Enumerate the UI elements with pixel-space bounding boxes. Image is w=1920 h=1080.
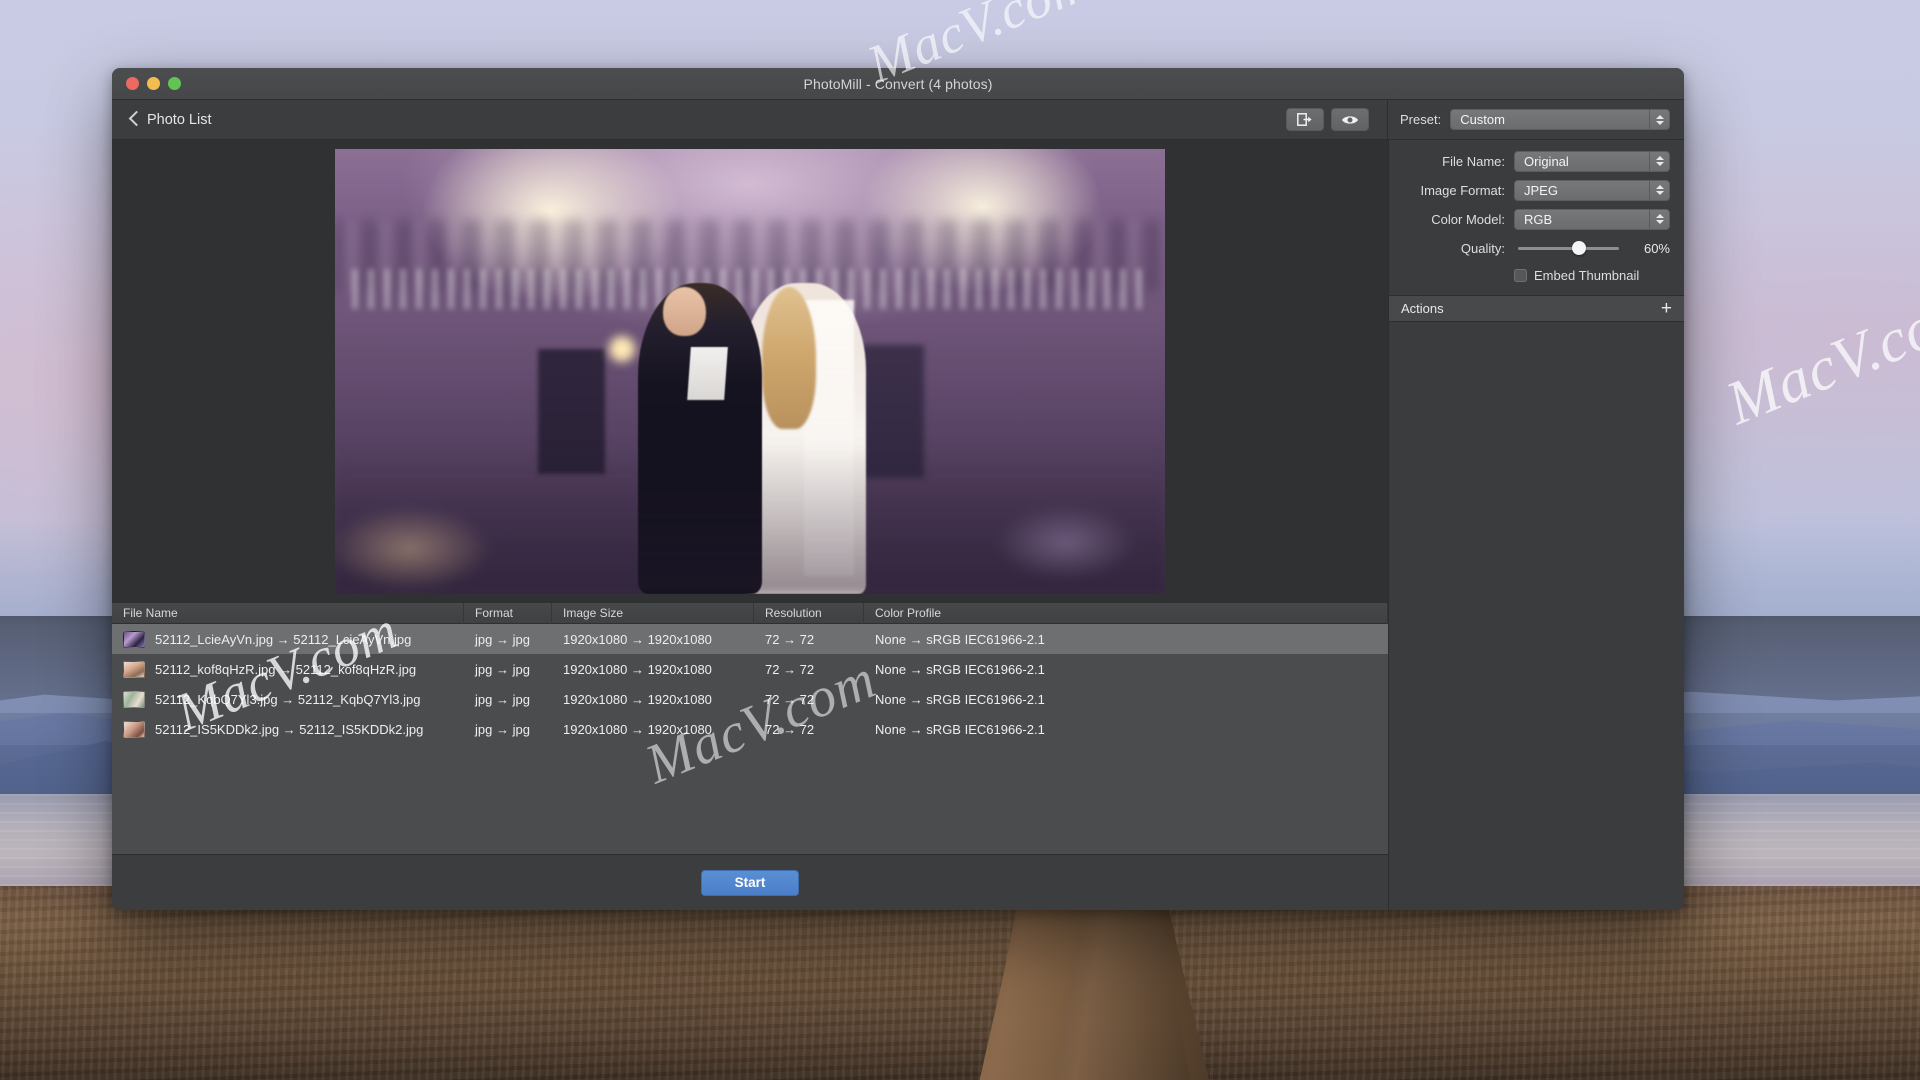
table-row[interactable]: 52112_IS5KDDk2.jpg → 52112_IS5KDDk2.jpg j… [112, 714, 1388, 744]
quality-label: Quality: [1401, 241, 1505, 256]
cell-resolution: 72 → 72 [754, 632, 864, 647]
table-row[interactable]: 52112_KqbQ7Yl3.jpg → 52112_KqbQ7Yl3.jpg j… [112, 684, 1388, 714]
main-content-area: File Name Format Image Size Resolution C… [112, 140, 1388, 910]
preset-row: Preset: Custom [1388, 109, 1684, 130]
back-to-photo-list-button[interactable]: Photo List [128, 111, 212, 128]
toolbar: Photo List Preset: Custom [112, 100, 1684, 140]
cell-image-size: 1920x1080 → 1920x1080 [552, 632, 754, 647]
image-format-value: JPEG [1524, 183, 1558, 198]
settings-panel: File Name: Original Image Format: JPEG C… [1388, 140, 1684, 910]
preset-label: Preset: [1400, 112, 1441, 127]
cell-format: jpg → jpg [464, 632, 552, 647]
quality-slider-thumb[interactable] [1572, 241, 1586, 255]
file-name-label: File Name: [1401, 154, 1505, 169]
cell-color-profile: None → sRGB IEC61966-2.1 [864, 692, 1388, 707]
column-header-image-size[interactable]: Image Size [552, 603, 754, 624]
color-model-select[interactable]: RGB [1514, 209, 1670, 230]
file-thumbnail-icon [123, 631, 145, 648]
file-name-row: File Name: Original [1401, 149, 1670, 173]
cell-file-name: 52112_KqbQ7Yl3.jpg → 52112_KqbQ7Yl3.jpg [112, 691, 464, 708]
cell-color-profile: None → sRGB IEC61966-2.1 [864, 722, 1388, 737]
cell-format: jpg → jpg [464, 722, 552, 737]
eye-icon [1341, 114, 1359, 126]
cell-resolution: 72 → 72 [754, 722, 864, 737]
file-name-text: 52112_LcieAyVn.jpg → 52112_LcieAyVn.jpg [155, 632, 411, 647]
column-header-format[interactable]: Format [464, 603, 552, 624]
photo-preview-image [335, 149, 1165, 594]
table-row[interactable]: 52112_LcieAyVn.jpg → 52112_LcieAyVn.jpg j… [112, 624, 1388, 654]
wallpaper-ground [0, 886, 1920, 1080]
actions-header: Actions + [1389, 296, 1684, 322]
image-format-select[interactable]: JPEG [1514, 180, 1670, 201]
export-icon [1297, 113, 1313, 126]
table-body: 52112_LcieAyVn.jpg → 52112_LcieAyVn.jpgj… [112, 624, 1388, 854]
color-model-row: Color Model: RGB [1401, 207, 1670, 231]
chevron-left-icon [128, 111, 139, 128]
bottom-action-bar: Start [112, 854, 1388, 910]
file-name-text: 52112_IS5KDDk2.jpg → 52112_IS5KDDk2.jpg [155, 722, 423, 737]
output-settings-group: File Name: Original Image Format: JPEG C… [1389, 140, 1684, 296]
cell-image-size: 1920x1080 → 1920x1080 [552, 662, 754, 677]
column-header-file-name[interactable]: File Name [112, 603, 464, 624]
file-list-table[interactable]: File Name Format Image Size Resolution C… [112, 603, 1388, 854]
image-format-label: Image Format: [1401, 183, 1505, 198]
file-name-select[interactable]: Original [1514, 151, 1670, 172]
cell-format: jpg → jpg [464, 692, 552, 707]
cell-color-profile: None → sRGB IEC61966-2.1 [864, 662, 1388, 677]
cell-file-name: 52112_kof8qHzR.jpg → 52112_kof8qHzR.jpg [112, 661, 464, 678]
preview-eye-button[interactable] [1331, 108, 1369, 131]
image-format-row: Image Format: JPEG [1401, 178, 1670, 202]
cell-file-name: 52112_IS5KDDk2.jpg → 52112_IS5KDDk2.jpg [112, 721, 464, 738]
table-row[interactable]: 52112_kof8qHzR.jpg → 52112_kof8qHzR.jpg j… [112, 654, 1388, 684]
cell-color-profile: None → sRGB IEC61966-2.1 [864, 632, 1388, 647]
chevron-updown-icon [1649, 152, 1669, 171]
file-name-value: Original [1524, 154, 1569, 169]
cell-resolution: 72 → 72 [754, 692, 864, 707]
back-button-label: Photo List [147, 112, 212, 128]
file-thumbnail-icon [123, 691, 145, 708]
chevron-updown-icon [1649, 181, 1669, 200]
actions-title: Actions [1401, 301, 1444, 316]
file-thumbnail-icon [123, 721, 145, 738]
quality-row: Quality: 60% [1401, 236, 1670, 260]
preset-select[interactable]: Custom [1450, 109, 1670, 130]
cell-resolution: 72 → 72 [754, 662, 864, 677]
file-thumbnail-icon [123, 661, 145, 678]
cell-file-name: 52112_LcieAyVn.jpg → 52112_LcieAyVn.jpg [112, 631, 464, 648]
file-name-text: 52112_KqbQ7Yl3.jpg → 52112_KqbQ7Yl3.jpg [155, 692, 421, 707]
color-model-value: RGB [1524, 212, 1552, 227]
column-header-color-profile[interactable]: Color Profile [864, 603, 1388, 624]
preset-value: Custom [1460, 112, 1505, 127]
cell-image-size: 1920x1080 → 1920x1080 [552, 692, 754, 707]
quality-value: 60% [1632, 241, 1670, 256]
actions-list[interactable] [1389, 322, 1684, 910]
table-header-row: File Name Format Image Size Resolution C… [112, 603, 1388, 624]
quality-slider[interactable] [1518, 247, 1619, 250]
photo-preview-area[interactable] [112, 140, 1388, 603]
file-name-text: 52112_kof8qHzR.jpg → 52112_kof8qHzR.jpg [155, 662, 416, 677]
photomill-window: PhotoMill - Convert (4 photos) Photo Lis… [112, 68, 1684, 910]
chevron-updown-icon [1649, 210, 1669, 229]
cell-image-size: 1920x1080 → 1920x1080 [552, 722, 754, 737]
cell-format: jpg → jpg [464, 662, 552, 677]
embed-thumbnail-checkbox[interactable] [1514, 269, 1527, 282]
column-header-resolution[interactable]: Resolution [754, 603, 864, 624]
window-titlebar: PhotoMill - Convert (4 photos) [112, 68, 1684, 100]
embed-thumbnail-label: Embed Thumbnail [1534, 268, 1639, 283]
window-title: PhotoMill - Convert (4 photos) [112, 76, 1684, 92]
start-button[interactable]: Start [701, 870, 799, 896]
color-model-label: Color Model: [1401, 212, 1505, 227]
export-icon-button[interactable] [1286, 108, 1324, 131]
chevron-updown-icon [1649, 110, 1669, 129]
embed-thumbnail-row[interactable]: Embed Thumbnail [1401, 265, 1670, 285]
add-action-button[interactable]: + [1661, 299, 1672, 318]
